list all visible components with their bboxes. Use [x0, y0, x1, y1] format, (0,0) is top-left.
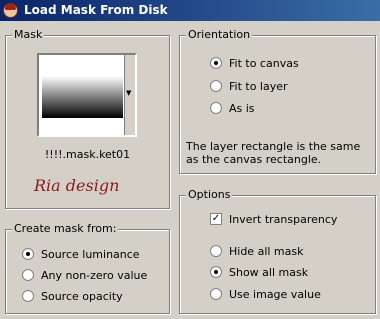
mask-group-label: Mask [12, 28, 45, 41]
radio-label: Fit to layer [229, 79, 288, 93]
orientation-info-text: The layer rectangle is the same as the c… [186, 140, 361, 166]
radio-hide-all-mask[interactable]: Hide all mask [210, 243, 303, 259]
options-group-label: Options [186, 188, 233, 201]
radio-indicator [210, 80, 222, 92]
radio-label: Use image value [229, 287, 321, 301]
radio-label: Show all mask [229, 265, 309, 279]
orientation-group-label: Orientation [186, 28, 253, 41]
radio-indicator [22, 269, 34, 281]
window-title: Load Mask From Disk [24, 3, 168, 17]
radio-fit-to-layer[interactable]: Fit to layer [210, 78, 288, 94]
radio-label: Hide all mask [229, 244, 304, 258]
radio-indicator [22, 290, 34, 302]
radio-label: As is [229, 101, 255, 115]
radio-source-luminance[interactable]: Source luminance [22, 246, 140, 262]
mask-preview-image [42, 76, 123, 118]
radio-as-is[interactable]: As is [210, 100, 255, 116]
radio-label: Source luminance [41, 247, 140, 261]
radio-label: Fit to canvas [229, 56, 299, 70]
checkmark-icon: ✓ [210, 213, 222, 225]
chevron-down-icon: ▼ [126, 89, 132, 97]
checkbox-label: Invert transparency [229, 212, 338, 226]
preview-dropdown-button[interactable]: ▼ [124, 55, 135, 135]
radio-indicator [210, 57, 222, 69]
create-mask-group-label: Create mask from: [12, 222, 119, 235]
radio-show-all-mask[interactable]: Show all mask [210, 264, 308, 280]
radio-fit-to-canvas[interactable]: Fit to canvas [210, 55, 299, 71]
mask-preview-dropdown[interactable]: ▼ [37, 53, 137, 137]
mask-file-name: !!!!.mask.ket01 [44, 148, 131, 161]
radio-any-non-zero-value[interactable]: Any non-zero value [22, 267, 147, 283]
radio-label: Source opacity [41, 289, 123, 303]
title-bar[interactable]: Load Mask From Disk [0, 0, 380, 21]
app-icon [3, 3, 18, 18]
radio-source-opacity[interactable]: Source opacity [22, 288, 123, 304]
radio-indicator [210, 266, 222, 278]
radio-label: Any non-zero value [41, 268, 148, 282]
radio-indicator [210, 288, 222, 300]
invert-transparency-checkbox[interactable]: ✓ Invert transparency [210, 211, 337, 227]
brand-text: Ria design [34, 176, 120, 195]
radio-indicator [210, 245, 222, 257]
radio-use-image-value[interactable]: Use image value [210, 286, 321, 302]
radio-indicator [210, 102, 222, 114]
radio-indicator [22, 248, 34, 260]
